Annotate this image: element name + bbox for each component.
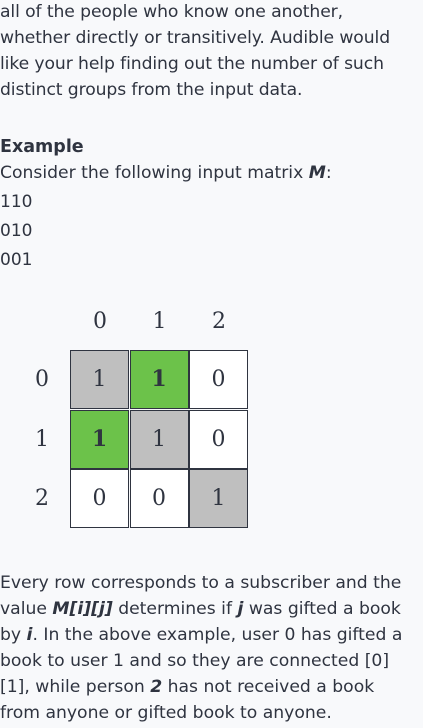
intro-line: distinct groups from the input data. xyxy=(0,80,303,100)
example-desc-colon: : xyxy=(325,163,332,183)
matrix-row: 010 xyxy=(0,221,33,241)
column-label: 0 xyxy=(93,309,107,334)
row-label: 1 xyxy=(35,426,49,452)
text-span: was gifted a book xyxy=(243,599,401,619)
text-span: [1], while person xyxy=(0,677,151,697)
outro-line: [1], while person 2 has not received a b… xyxy=(0,674,423,700)
matrix-cell: 0 xyxy=(189,409,248,469)
matrix-cell: 1 xyxy=(189,469,248,528)
matrix-cell: 1 xyxy=(70,350,129,409)
outro-line: Every row corresponds to a subscriber an… xyxy=(0,573,402,593)
matrix-cell: 1 xyxy=(129,409,189,469)
example-description: Consider the following input matrix M: xyxy=(0,160,332,186)
outro-line: from anyone or gifted book to anyone. xyxy=(0,703,332,723)
matrix-variable: M xyxy=(308,163,326,183)
intro-line: whether directly or transitively. Audibl… xyxy=(0,28,391,48)
adjacency-matrix-figure: 012012110110001 xyxy=(0,300,423,540)
outro-paragraph: Every row corresponds to a subscriber an… xyxy=(0,570,423,726)
outro-line: by i. In the above example, user 0 has g… xyxy=(0,622,423,648)
matrix-cell: 1 xyxy=(129,350,189,409)
text-span: . In the above example, user 0 has gifte… xyxy=(32,625,403,645)
outro-line: book to user 1 and so they are connected… xyxy=(0,651,390,671)
example-desc-text: Consider the following input matrix xyxy=(0,163,309,183)
variable-mij: M[i][j] xyxy=(52,599,113,619)
example-heading: Example xyxy=(0,137,84,157)
intro-line: all of the people who know one another, xyxy=(0,2,344,22)
row-label: 2 xyxy=(35,486,49,511)
intro-paragraph: all of the people who know one another, … xyxy=(0,0,423,103)
intro-line: like your help finding out the number of… xyxy=(0,54,384,74)
matrix-cell: 1 xyxy=(70,409,129,469)
column-label: 1 xyxy=(152,309,167,334)
matrix-row: 110 xyxy=(0,192,33,212)
matrix-cell: 0 xyxy=(70,469,129,528)
matrix-cell: 0 xyxy=(189,350,248,409)
text-span: has not received a book xyxy=(162,677,375,697)
input-matrix-rows: 110 010 001 xyxy=(0,188,32,275)
column-label: 2 xyxy=(212,309,226,334)
matrix-cell: 0 xyxy=(129,469,189,528)
text-span: determines if xyxy=(112,599,238,619)
matrix-row: 001 xyxy=(0,250,33,270)
text-span: value xyxy=(0,599,53,619)
variable-2: 2 xyxy=(150,677,163,697)
text-span: by xyxy=(0,625,27,645)
outro-line: value M[i][j] determines if j was gifted… xyxy=(0,596,423,622)
row-label: 0 xyxy=(35,367,49,392)
